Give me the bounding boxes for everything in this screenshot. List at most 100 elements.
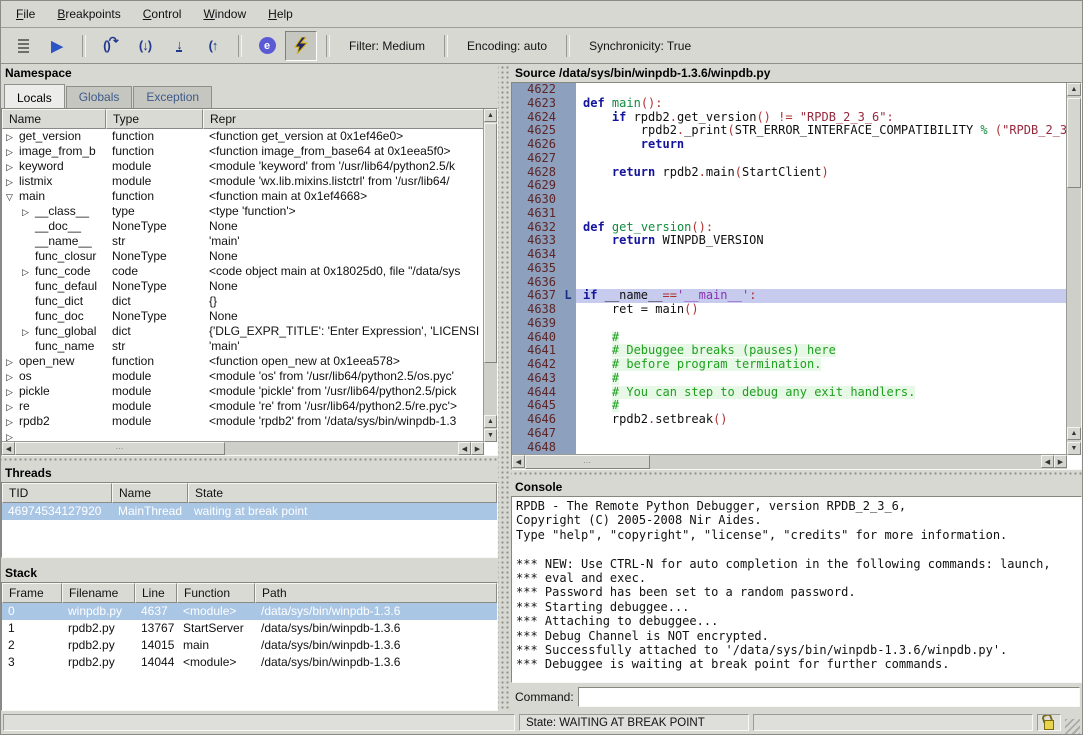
stack-frame-row[interactable]: 3rpdb2.py14044<module>/data/sys/bin/winp… (2, 654, 497, 671)
command-input[interactable] (578, 687, 1080, 707)
break-button[interactable] (7, 31, 39, 61)
scroll-left-button[interactable]: ◀ (2, 442, 15, 455)
code-line[interactable]: 4636 (512, 276, 1067, 290)
tab-locals[interactable]: Locals (4, 84, 65, 109)
scroll-up-button[interactable]: ▲ (484, 109, 497, 122)
scroll-up-button[interactable]: ▲ (1067, 427, 1081, 440)
namespace-row[interactable]: ▷rpdb2module<module 'rpdb2' from '/data/… (2, 414, 484, 429)
namespace-row[interactable]: ▷__class__type<type 'function'> (2, 204, 484, 219)
column-header-function[interactable]: Function (177, 583, 255, 603)
scroll-left-button[interactable]: ◀ (1041, 455, 1054, 468)
stack-frame-row[interactable]: 1rpdb2.py13767StartServer/data/sys/bin/w… (2, 620, 497, 637)
expand-icon[interactable]: ▷ (6, 160, 19, 174)
code-line[interactable]: 4637Lif __name__=='__main__': (512, 289, 1067, 303)
scroll-down-button[interactable]: ▼ (1067, 442, 1081, 455)
go-button[interactable]: ▶ (41, 31, 73, 61)
expand-icon[interactable]: ▷ (6, 400, 19, 414)
exception-mode-button[interactable]: e (251, 31, 283, 61)
scrollbar-track[interactable] (225, 442, 458, 455)
code-line[interactable]: 4624 if rpdb2.get_version() != "RPDB_2_3… (512, 111, 1067, 125)
code-line[interactable]: 4629 (512, 179, 1067, 193)
namespace-row[interactable]: func_defaulNoneTypeNone (2, 279, 484, 294)
splitter-handle[interactable] (498, 63, 511, 711)
code-line[interactable]: 4627 (512, 152, 1067, 166)
code-line[interactable]: 4639 (512, 317, 1067, 331)
collapse-icon[interactable]: ▽ (6, 190, 19, 204)
expand-icon[interactable]: ▷ (6, 130, 19, 144)
expand-icon[interactable]: ▷ (6, 355, 19, 369)
column-header-type[interactable]: Type (106, 109, 203, 129)
namespace-row[interactable]: ▷func_globaldict{'DLG_EXPR_TITLE': 'Ente… (2, 324, 484, 339)
namespace-row[interactable]: ▷picklemodule<module 'pickle' from '/usr… (2, 384, 484, 399)
scroll-up-button[interactable]: ▲ (1067, 83, 1081, 96)
namespace-row[interactable]: ▷open_newfunction<function open_new at 0… (2, 354, 484, 369)
code-line[interactable]: 4643 # (512, 372, 1067, 386)
namespace-row[interactable]: ▷keywordmodule<module 'keyword' from '/u… (2, 159, 484, 174)
namespace-row[interactable]: ▷image_from_bfunction<function image_fro… (2, 144, 484, 159)
column-header-state[interactable]: State (188, 483, 497, 503)
code-line[interactable]: 4633 return WINPDB_VERSION (512, 234, 1067, 248)
source-editor[interactable]: 46224623def main():4624 if rpdb2.get_ver… (511, 82, 1082, 470)
column-header-tid[interactable]: TID (2, 483, 112, 503)
resize-grip-icon[interactable] (1065, 719, 1080, 734)
step-button[interactable]: (↓) (129, 31, 161, 61)
code-line[interactable]: 4646 rpdb2.setbreak() (512, 413, 1067, 427)
column-header-line[interactable]: Line (135, 583, 177, 603)
code-line[interactable]: 4626 return (512, 138, 1067, 152)
menu-item-control[interactable]: Control (132, 3, 193, 25)
console-output[interactable]: RPDB - The Remote Python Debugger, versi… (511, 496, 1082, 683)
synchronicity-button[interactable] (285, 31, 317, 61)
scroll-left-button[interactable]: ◀ (458, 442, 471, 455)
scroll-right-button[interactable]: ▶ (471, 442, 484, 455)
code-line[interactable]: 4641 # Debuggee breaks (pauses) here (512, 344, 1067, 358)
code-line[interactable]: 4634 (512, 248, 1067, 262)
column-header-name[interactable]: Name (112, 483, 188, 503)
code-line[interactable]: 4625 rpdb2._print(STR_ERROR_INTERFACE_CO… (512, 124, 1067, 138)
namespace-vertical-scrollbar[interactable]: ▲ ▲ ▼ (483, 109, 497, 442)
code-line[interactable]: 4630 (512, 193, 1067, 207)
namespace-row[interactable]: func_closurNoneTypeNone (2, 249, 484, 264)
expand-icon[interactable]: ▷ (6, 175, 19, 189)
code-line[interactable]: 4623def main(): (512, 97, 1067, 111)
return-button[interactable]: (↑ (197, 31, 229, 61)
scrollbar-thumb[interactable] (484, 123, 497, 363)
expand-icon[interactable]: ▷ (22, 325, 35, 339)
expand-icon[interactable]: ▷ (6, 145, 19, 159)
column-header-repr[interactable]: Repr (203, 109, 484, 129)
scroll-right-button[interactable]: ▶ (1054, 455, 1067, 468)
stack-frame-row[interactable]: 0winpdb.py4637<module>/data/sys/bin/winp… (2, 603, 497, 620)
code-line[interactable]: 4635 (512, 262, 1067, 276)
scrollbar-thumb[interactable]: ⋯ (15, 442, 225, 455)
code-line[interactable]: 4647 (512, 427, 1067, 441)
expand-icon[interactable]: ▷ (6, 385, 19, 399)
code-line[interactable]: 4632def get_version(): (512, 221, 1067, 235)
namespace-row[interactable]: ▷get_versionfunction<function get_versio… (2, 129, 484, 144)
tab-globals[interactable]: Globals (66, 86, 133, 108)
next-button[interactable]: ()↷ (95, 31, 127, 61)
code-line[interactable]: 4648 (512, 441, 1067, 455)
menu-item-file[interactable]: File (5, 3, 46, 25)
column-header-name[interactable]: Name (2, 109, 106, 129)
expand-icon[interactable]: ▷ (6, 370, 19, 384)
column-header-path[interactable]: Path (255, 583, 497, 603)
tab-exception[interactable]: Exception (133, 86, 212, 108)
namespace-horizontal-scrollbar[interactable]: ◀ ⋯ ◀ ▶ (2, 441, 484, 455)
namespace-row[interactable]: ▷func_codecode<code object main at 0x180… (2, 264, 484, 279)
source-horizontal-scrollbar[interactable]: ◀ ⋯ ◀ ▶ (512, 454, 1067, 469)
namespace-row[interactable]: ▷remodule<module 're' from '/usr/lib64/p… (2, 399, 484, 414)
goto-button[interactable]: ↓ (163, 31, 195, 61)
scroll-down-button[interactable]: ▼ (484, 429, 497, 442)
scrollbar-thumb[interactable] (1067, 98, 1081, 188)
code-line[interactable]: 4642 # before program termination. (512, 358, 1067, 372)
splitter-handle[interactable] (511, 470, 1082, 477)
code-line[interactable]: 4638 ret = main() (512, 303, 1067, 317)
scrollbar-track[interactable] (650, 455, 1041, 469)
code-line[interactable]: 4645 # (512, 399, 1067, 413)
expand-icon[interactable]: ▷ (22, 265, 35, 279)
menu-item-breakpoints[interactable]: Breakpoints (46, 3, 131, 25)
namespace-row[interactable]: func_namestr'main' (2, 339, 484, 354)
namespace-row[interactable]: ▽mainfunction<function main at 0x1ef4668… (2, 189, 484, 204)
namespace-row[interactable]: func_dictdict{} (2, 294, 484, 309)
namespace-row[interactable]: __doc__NoneTypeNone (2, 219, 484, 234)
scrollbar-thumb[interactable]: ⋯ (525, 455, 650, 469)
